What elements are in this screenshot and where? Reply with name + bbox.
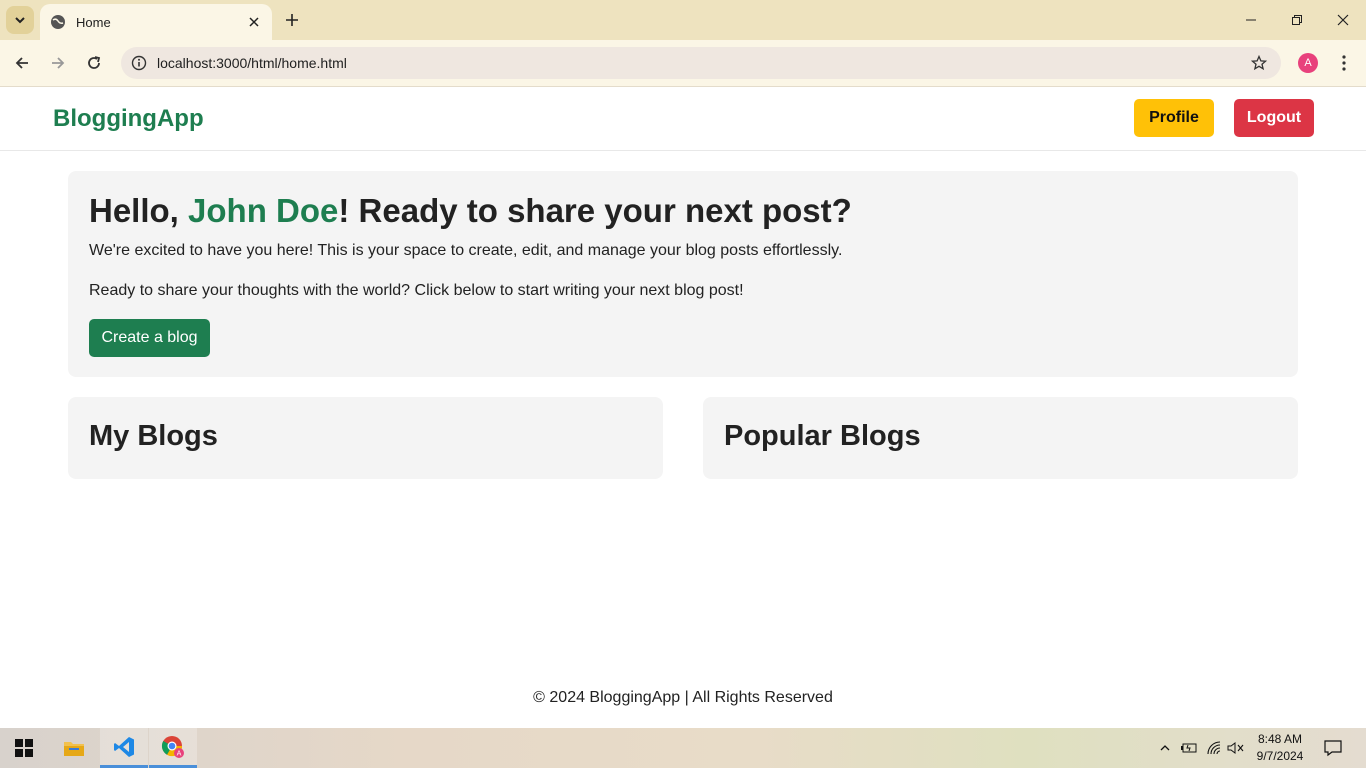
prompt-text: Ready to share your thoughts with the wo… bbox=[89, 282, 744, 299]
greeting-prefix: Hello, bbox=[89, 192, 189, 229]
popular-blogs-card: Popular Blogs bbox=[703, 397, 1298, 479]
vscode-icon bbox=[114, 736, 134, 757]
logout-button[interactable]: Logout bbox=[1234, 99, 1314, 137]
tab-search-button[interactable] bbox=[6, 6, 34, 34]
close-icon bbox=[1337, 14, 1349, 26]
page-content: BloggingApp Profile Logout Hello, John D… bbox=[0, 88, 1366, 728]
browser-tab-bar: Home bbox=[0, 0, 1366, 40]
browser-toolbar: localhost:3000/html/home.html A bbox=[0, 40, 1366, 87]
start-button[interactable] bbox=[0, 728, 48, 768]
clock-date: 9/7/2024 bbox=[1256, 749, 1304, 763]
chrome-icon: A bbox=[161, 735, 184, 758]
plus-icon bbox=[286, 14, 298, 26]
address-bar[interactable]: localhost:3000/html/home.html bbox=[121, 47, 1281, 79]
notification-center-icon[interactable] bbox=[1323, 738, 1343, 758]
more-vertical-icon bbox=[1342, 55, 1346, 71]
tab-title: Home bbox=[76, 14, 111, 30]
my-blogs-heading: My Blogs bbox=[89, 420, 218, 452]
volume-muted-icon[interactable] bbox=[1226, 738, 1246, 758]
folder-icon bbox=[64, 742, 84, 756]
popular-blogs-heading: Popular Blogs bbox=[724, 420, 921, 452]
chrome-button[interactable]: A bbox=[149, 728, 197, 768]
clock-time: 8:48 AM bbox=[1257, 732, 1303, 746]
url-text[interactable]: localhost:3000/html/home.html bbox=[157, 55, 1249, 71]
vscode-button[interactable] bbox=[100, 728, 148, 768]
chevron-up-icon[interactable] bbox=[1155, 738, 1175, 758]
wifi-icon[interactable] bbox=[1204, 738, 1224, 758]
user-name: John Doe bbox=[188, 192, 339, 229]
close-window-button[interactable] bbox=[1331, 8, 1355, 32]
create-blog-button[interactable]: Create a blog bbox=[89, 319, 210, 357]
windows-taskbar: A 8:48 AM 9/7/2024 bbox=[0, 728, 1366, 768]
svg-text:A: A bbox=[177, 749, 182, 757]
bookmark-star-icon[interactable] bbox=[1249, 53, 1269, 73]
profile-button[interactable]: Profile bbox=[1134, 99, 1214, 137]
file-explorer-button[interactable] bbox=[50, 728, 98, 768]
restore-icon bbox=[1292, 15, 1302, 25]
site-info-icon[interactable] bbox=[129, 53, 149, 73]
chevron-down-icon bbox=[15, 17, 25, 24]
my-blogs-card: My Blogs bbox=[68, 397, 663, 479]
windows-logo-icon bbox=[15, 739, 33, 757]
restore-button[interactable] bbox=[1285, 8, 1309, 32]
back-button[interactable] bbox=[10, 51, 34, 75]
reload-icon bbox=[88, 56, 101, 69]
globe-icon bbox=[50, 14, 66, 30]
arrow-right-icon bbox=[52, 57, 65, 69]
close-tab-icon[interactable] bbox=[246, 14, 262, 30]
new-tab-button[interactable] bbox=[282, 10, 302, 30]
site-footer: © 2024 BloggingApp | All Rights Reserved bbox=[533, 689, 833, 706]
minimize-button[interactable] bbox=[1239, 8, 1263, 32]
browser-menu-button[interactable] bbox=[1334, 51, 1354, 75]
welcome-heading: Hello, John Doe! Ready to share your nex… bbox=[89, 191, 1277, 231]
welcome-card: Hello, John Doe! Ready to share your nex… bbox=[68, 171, 1298, 377]
system-clock[interactable]: 8:48 AM 9/7/2024 bbox=[1250, 731, 1310, 765]
reload-button[interactable] bbox=[82, 51, 106, 75]
minimize-icon bbox=[1246, 19, 1256, 21]
profile-avatar[interactable]: A bbox=[1298, 53, 1318, 73]
arrow-left-icon bbox=[15, 57, 28, 69]
intro-text: We're excited to have you here! This is … bbox=[89, 242, 843, 259]
brand-logo[interactable]: BloggingApp bbox=[53, 105, 204, 133]
greeting-suffix: ! Ready to share your next post? bbox=[338, 192, 852, 229]
site-navbar: BloggingApp Profile Logout bbox=[0, 88, 1366, 151]
browser-tab-home[interactable]: Home bbox=[40, 4, 272, 40]
battery-icon[interactable] bbox=[1179, 738, 1199, 758]
forward-button[interactable] bbox=[46, 51, 70, 75]
